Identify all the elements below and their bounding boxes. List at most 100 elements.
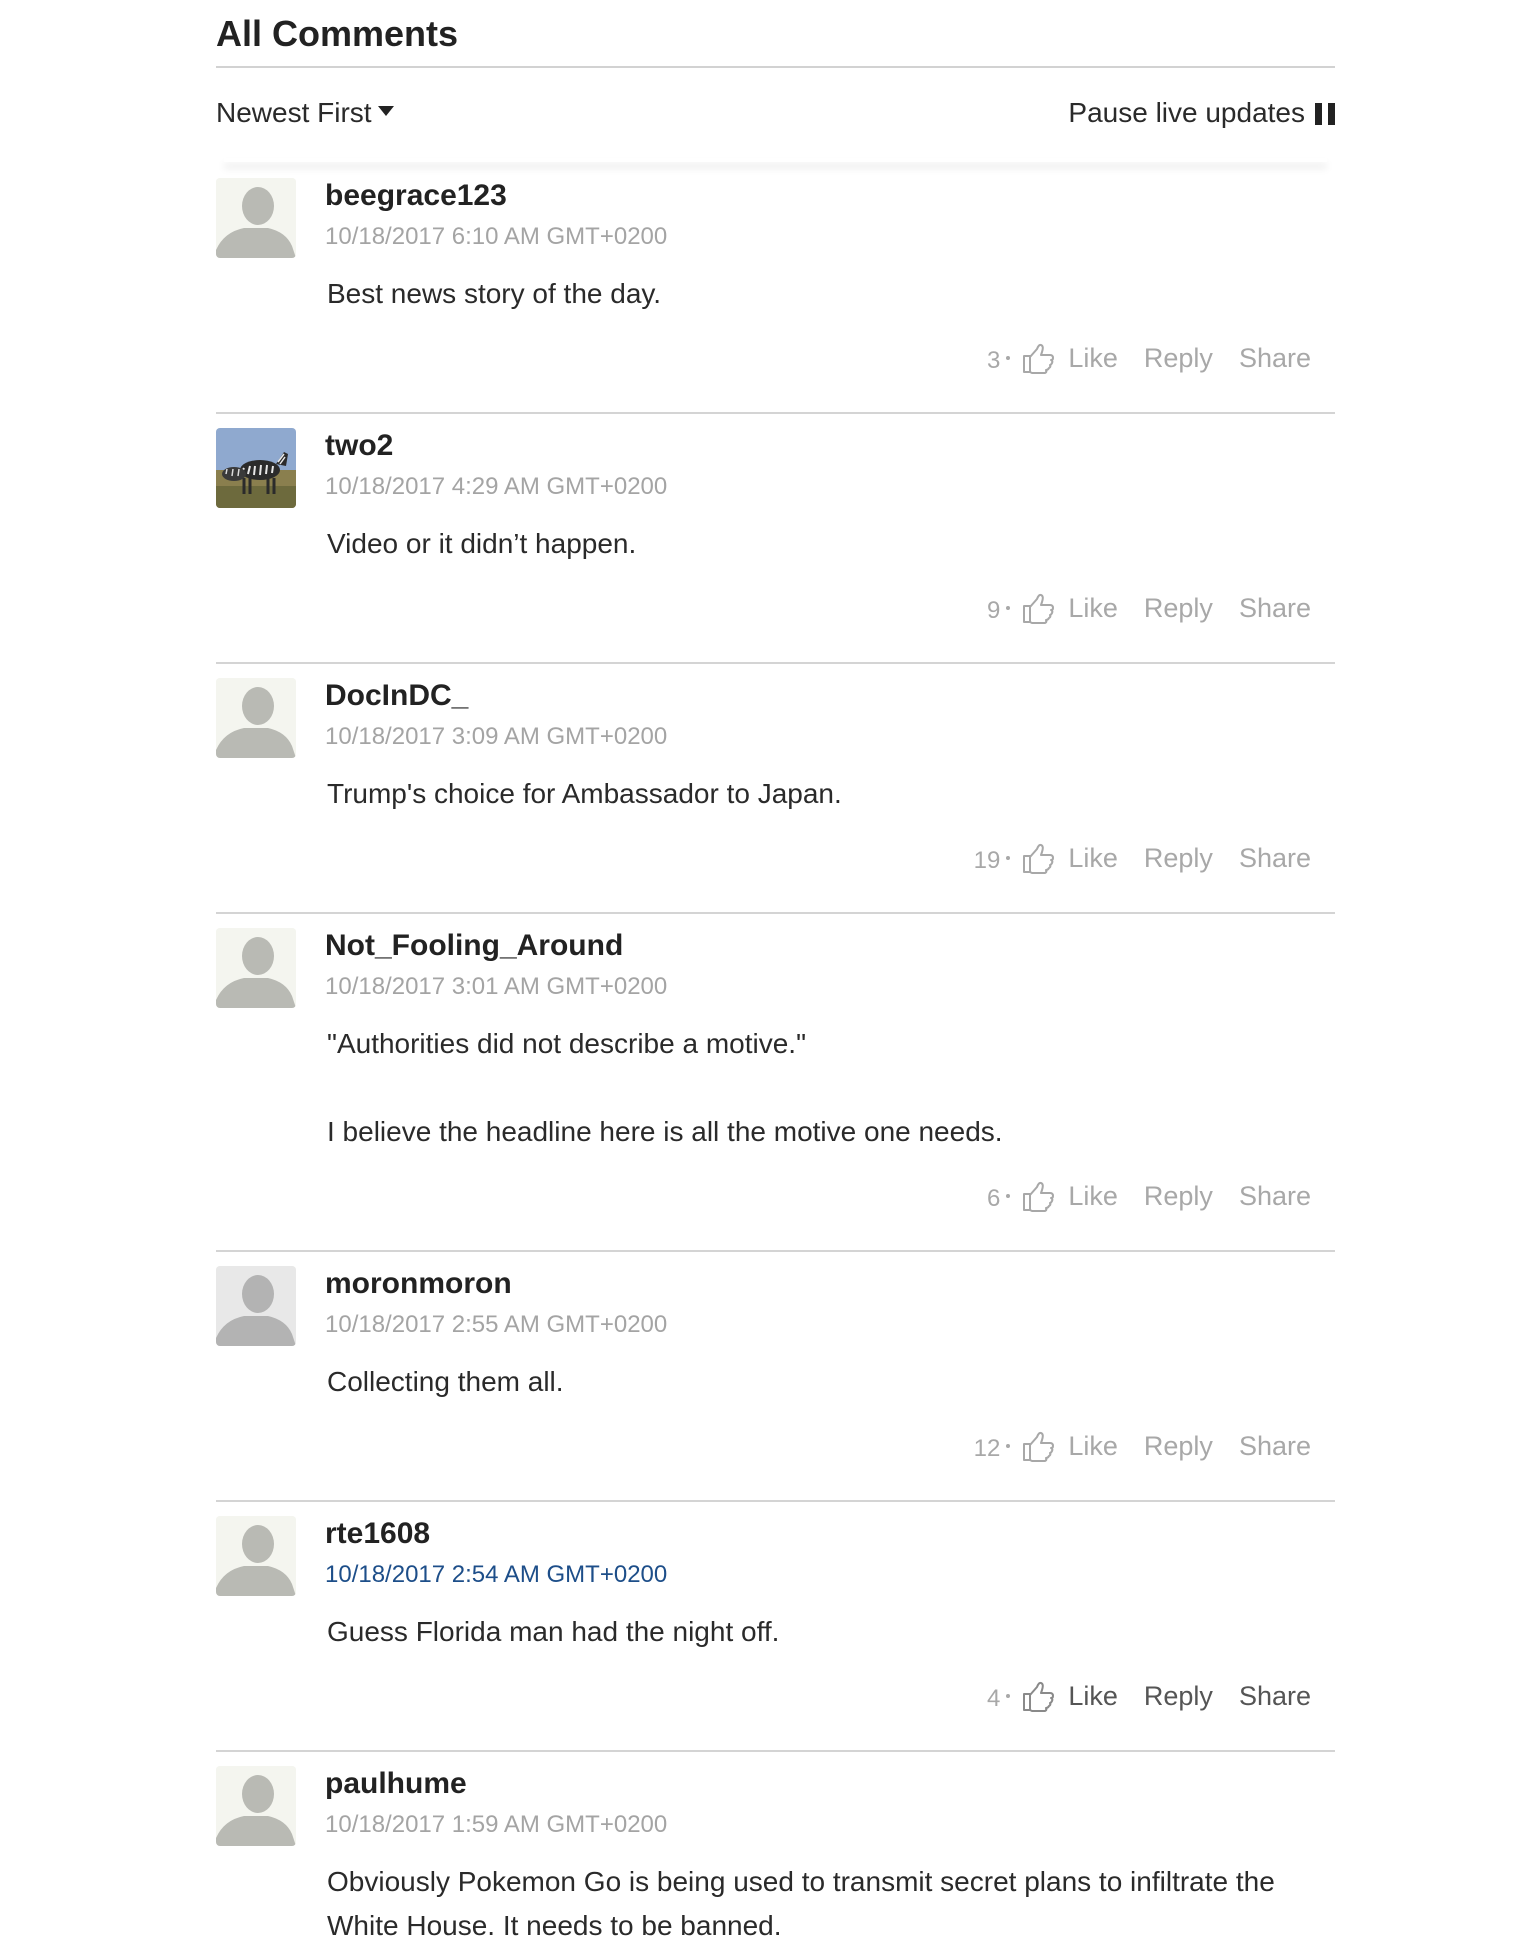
avatar[interactable] <box>216 1766 296 1846</box>
like-count: 6 <box>987 1185 1001 1212</box>
comment-author[interactable]: beegrace123 <box>325 178 507 214</box>
comments-page: All Comments Newest First Pause live upd… <box>0 0 1536 1946</box>
comment-item: paulhume 10/18/2017 1:59 AM GMT+0200 Obv… <box>216 1752 1335 1946</box>
comment-paragraph: White House. It needs to be banned. <box>327 1910 782 1941</box>
comment-actions: 12 Like Reply Share <box>974 1428 1311 1464</box>
separator-dot <box>1006 1194 1011 1198</box>
share-button[interactable]: Share <box>1239 843 1311 874</box>
comment-item: two2 10/18/2017 4:29 AM GMT+0200 Video o… <box>216 414 1335 664</box>
pause-icon <box>1315 103 1335 125</box>
separator-dot <box>1006 356 1011 360</box>
avatar[interactable] <box>216 1516 296 1596</box>
like-button[interactable]: Like <box>1068 343 1118 374</box>
share-button[interactable]: Share <box>1239 1431 1311 1462</box>
comment-timestamp[interactable]: 10/18/2017 2:55 AM GMT+0200 <box>325 1310 667 1340</box>
comment-timestamp[interactable]: 10/18/2017 3:01 AM GMT+0200 <box>325 972 667 1002</box>
separator-dot <box>1006 606 1011 610</box>
thumbs-up-icon[interactable] <box>1020 591 1055 625</box>
reply-button[interactable]: Reply <box>1144 593 1213 624</box>
sort-dropdown[interactable]: Newest First <box>216 96 394 130</box>
like-count: 19 <box>973 847 1001 874</box>
thumbs-up-icon[interactable] <box>1020 1179 1055 1213</box>
zebra-photo-icon <box>216 428 296 508</box>
comment-paragraph: Trump's choice for Ambassador to Japan. <box>327 778 842 809</box>
like-button[interactable]: Like <box>1068 1431 1118 1462</box>
comment-timestamp[interactable]: 10/18/2017 1:59 AM GMT+0200 <box>325 1810 667 1840</box>
comments-controls: Newest First Pause live updates <box>216 68 1335 164</box>
thumbs-up-icon[interactable] <box>1020 841 1055 875</box>
reply-button[interactable]: Reply <box>1144 343 1213 374</box>
comment-author[interactable]: paulhume <box>325 1766 467 1802</box>
default-avatar-icon <box>216 1766 296 1846</box>
comment-item: beegrace123 10/18/2017 6:10 AM GMT+0200 … <box>216 164 1335 414</box>
comment-item: DocInDC_ 10/18/2017 3:09 AM GMT+0200 Tru… <box>216 664 1335 914</box>
comment-body: Trump's choice for Ambassador to Japan. <box>327 772 1287 816</box>
comment-actions: 19 Like Reply Share <box>974 840 1311 876</box>
like-button[interactable]: Like <box>1068 843 1118 874</box>
avatar[interactable] <box>216 928 296 1008</box>
like-count: 3 <box>987 347 1001 374</box>
like-button[interactable]: Like <box>1068 1681 1118 1712</box>
comment-body: Guess Florida man had the night off. <box>327 1610 1287 1654</box>
avatar[interactable] <box>216 178 296 258</box>
share-button[interactable]: Share <box>1239 593 1311 624</box>
comment-paragraph: Video or it didn’t happen. <box>327 528 637 559</box>
avatar[interactable] <box>216 678 296 758</box>
default-avatar-icon <box>216 678 296 758</box>
share-button[interactable]: Share <box>1239 1681 1311 1712</box>
comment-timestamp[interactable]: 10/18/2017 2:54 AM GMT+0200 <box>325 1560 667 1590</box>
separator-dot <box>1006 1444 1011 1448</box>
comment-item: rte1608 10/18/2017 2:54 AM GMT+0200 Gues… <box>216 1502 1335 1752</box>
default-avatar-icon <box>216 928 296 1008</box>
page-title: All Comments <box>216 13 459 54</box>
comment-actions: 6 Like Reply Share <box>987 1178 1311 1214</box>
pause-live-updates-button[interactable]: Pause live updates <box>1068 96 1335 130</box>
thumbs-up-icon[interactable] <box>1020 1429 1055 1463</box>
reply-button[interactable]: Reply <box>1144 1681 1213 1712</box>
like-count: 4 <box>987 1685 1001 1712</box>
sort-label: Newest First <box>216 97 372 128</box>
comment-timestamp[interactable]: 10/18/2017 3:09 AM GMT+0200 <box>325 722 667 752</box>
avatar[interactable] <box>216 428 296 508</box>
thumbs-up-icon[interactable] <box>1020 341 1055 375</box>
like-button[interactable]: Like <box>1068 1181 1118 1212</box>
comment-author[interactable]: DocInDC_ <box>325 678 468 714</box>
comment-paragraph: Obviously Pokemon Go is being used to tr… <box>327 1866 1275 1897</box>
comment-paragraph: I believe the headline here is all the m… <box>327 1116 1003 1147</box>
caret-down-icon <box>377 106 394 116</box>
comment-paragraph: Collecting them all. <box>327 1366 564 1397</box>
reply-button[interactable]: Reply <box>1144 843 1213 874</box>
default-avatar-icon <box>216 1516 296 1596</box>
separator-dot <box>1006 856 1011 860</box>
share-button[interactable]: Share <box>1239 1181 1311 1212</box>
comment-timestamp[interactable]: 10/18/2017 4:29 AM GMT+0200 <box>325 472 667 502</box>
default-avatar-icon <box>216 178 296 258</box>
separator-dot <box>1006 1694 1011 1698</box>
comment-paragraph: "Authorities did not describe a motive." <box>327 1028 807 1059</box>
comment-paragraph: Guess Florida man had the night off. <box>327 1616 780 1647</box>
comment-paragraph: Best news story of the day. <box>327 278 662 309</box>
comment-item: Not_Fooling_Around 10/18/2017 3:01 AM GM… <box>216 914 1335 1252</box>
comment-body: Collecting them all. <box>327 1360 1287 1404</box>
comment-timestamp[interactable]: 10/18/2017 6:10 AM GMT+0200 <box>325 222 667 252</box>
like-count: 9 <box>987 597 1001 624</box>
comment-author[interactable]: rte1608 <box>325 1516 430 1552</box>
thumbs-up-icon[interactable] <box>1020 1679 1055 1713</box>
pause-label: Pause live updates <box>1068 97 1305 128</box>
comment-body: Obviously Pokemon Go is being used to tr… <box>327 1860 1287 1946</box>
like-count: 12 <box>973 1435 1001 1462</box>
controls-shadow <box>224 158 1327 162</box>
comment-body: Video or it didn’t happen. <box>327 522 1287 566</box>
comment-author[interactable]: Not_Fooling_Around <box>325 928 623 964</box>
comment-author[interactable]: two2 <box>325 428 393 464</box>
comment-body: Best news story of the day. <box>327 272 1287 316</box>
comment-author[interactable]: moronmoron <box>325 1266 512 1302</box>
avatar[interactable] <box>216 1266 296 1346</box>
like-button[interactable]: Like <box>1068 593 1118 624</box>
comment-actions: 3 Like Reply Share <box>987 340 1311 376</box>
comment-body: "Authorities did not describe a motive."… <box>327 1022 1287 1154</box>
reply-button[interactable]: Reply <box>1144 1431 1213 1462</box>
share-button[interactable]: Share <box>1239 343 1311 374</box>
comment-actions: 9 Like Reply Share <box>987 590 1311 626</box>
reply-button[interactable]: Reply <box>1144 1181 1213 1212</box>
